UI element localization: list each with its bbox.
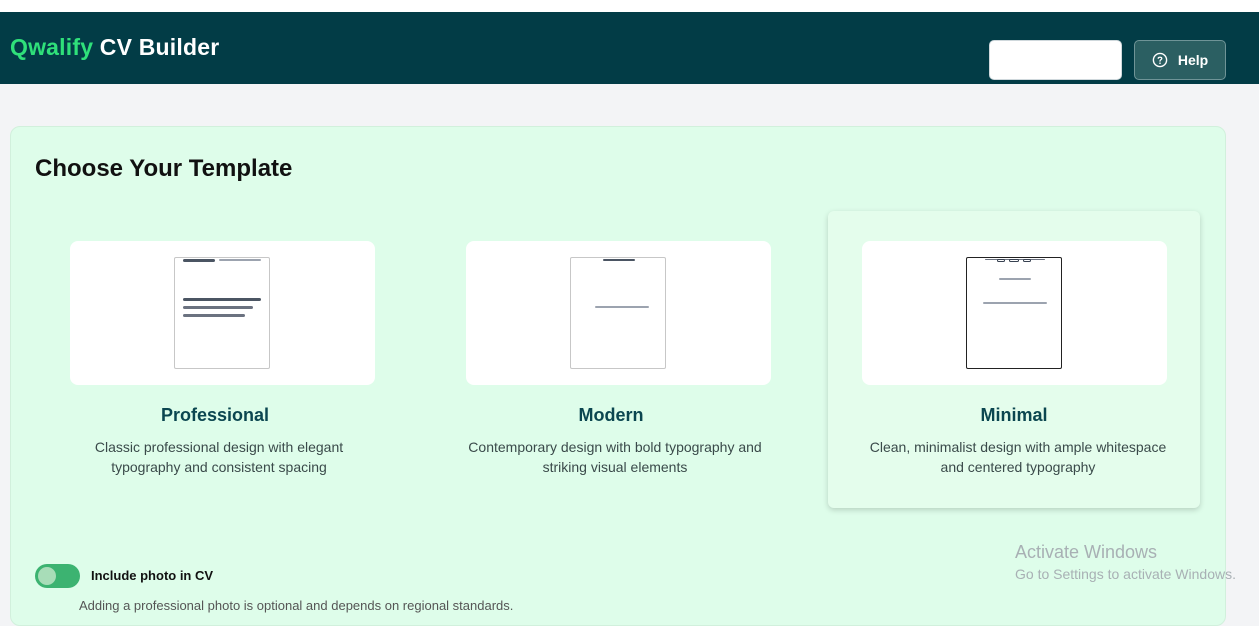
- template-card-modern[interactable]: Modern Contemporary design with bold typ…: [425, 211, 797, 508]
- brand-name-accent: Qwalify: [10, 34, 94, 60]
- template-description-line: striking visual elements: [542, 459, 688, 475]
- template-description-line: Clean, minimalist design with ample whit…: [869, 439, 1167, 455]
- app-logo[interactable]: Qwalify CV Builder: [10, 34, 219, 61]
- template-preview: [466, 241, 771, 385]
- top-strip: [0, 0, 1259, 12]
- template-description: Clean, minimalist design with ample whit…: [848, 437, 1188, 477]
- toggle-knob: [38, 567, 56, 585]
- watermark-subtitle: Go to Settings to activate Windows.: [1015, 566, 1236, 582]
- template-name: Professional: [160, 405, 270, 425]
- template-name: Minimal: [980, 405, 1048, 425]
- include-photo-help-text: Adding a professional photo is optional …: [79, 598, 514, 613]
- brand-name-rest: CV Builder: [99, 34, 220, 60]
- template-preview: [70, 241, 375, 385]
- header-input[interactable]: [989, 40, 1122, 80]
- watermark-title: Activate Windows: [1015, 542, 1158, 562]
- template-description: Classic professional design with elegant…: [49, 437, 389, 477]
- template-description-line: Classic professional design with elegant: [94, 439, 344, 455]
- include-photo-toggle[interactable]: [35, 564, 80, 588]
- help-button-label: Help: [1177, 52, 1209, 68]
- activate-windows-watermark: Activate Windows Go to Settings to activ…: [1015, 542, 1236, 582]
- template-description-line: and centered typography: [940, 459, 1096, 475]
- page-title: Choose Your Template: [35, 155, 293, 182]
- template-card-minimal[interactable]: Minimal Clean, minimalist design with am…: [828, 211, 1200, 508]
- template-card-professional[interactable]: Professional Classic professional design…: [29, 211, 401, 508]
- template-preview: [862, 241, 1167, 385]
- template-description-line: Contemporary design with bold typography…: [468, 439, 762, 455]
- app-header: Qwalify CV Builder Help: [0, 12, 1259, 84]
- template-name: Modern: [578, 405, 644, 425]
- document-thumbnail-icon: [966, 257, 1062, 369]
- document-thumbnail-icon: [570, 257, 666, 369]
- help-button[interactable]: Help: [1134, 40, 1226, 80]
- document-thumbnail-icon: [174, 257, 270, 369]
- template-description-line: typography and consistent spacing: [111, 459, 327, 475]
- include-photo-label: Include photo in CV: [91, 568, 214, 583]
- question-circle-icon: [1152, 52, 1168, 68]
- template-description: Contemporary design with bold typography…: [445, 437, 785, 477]
